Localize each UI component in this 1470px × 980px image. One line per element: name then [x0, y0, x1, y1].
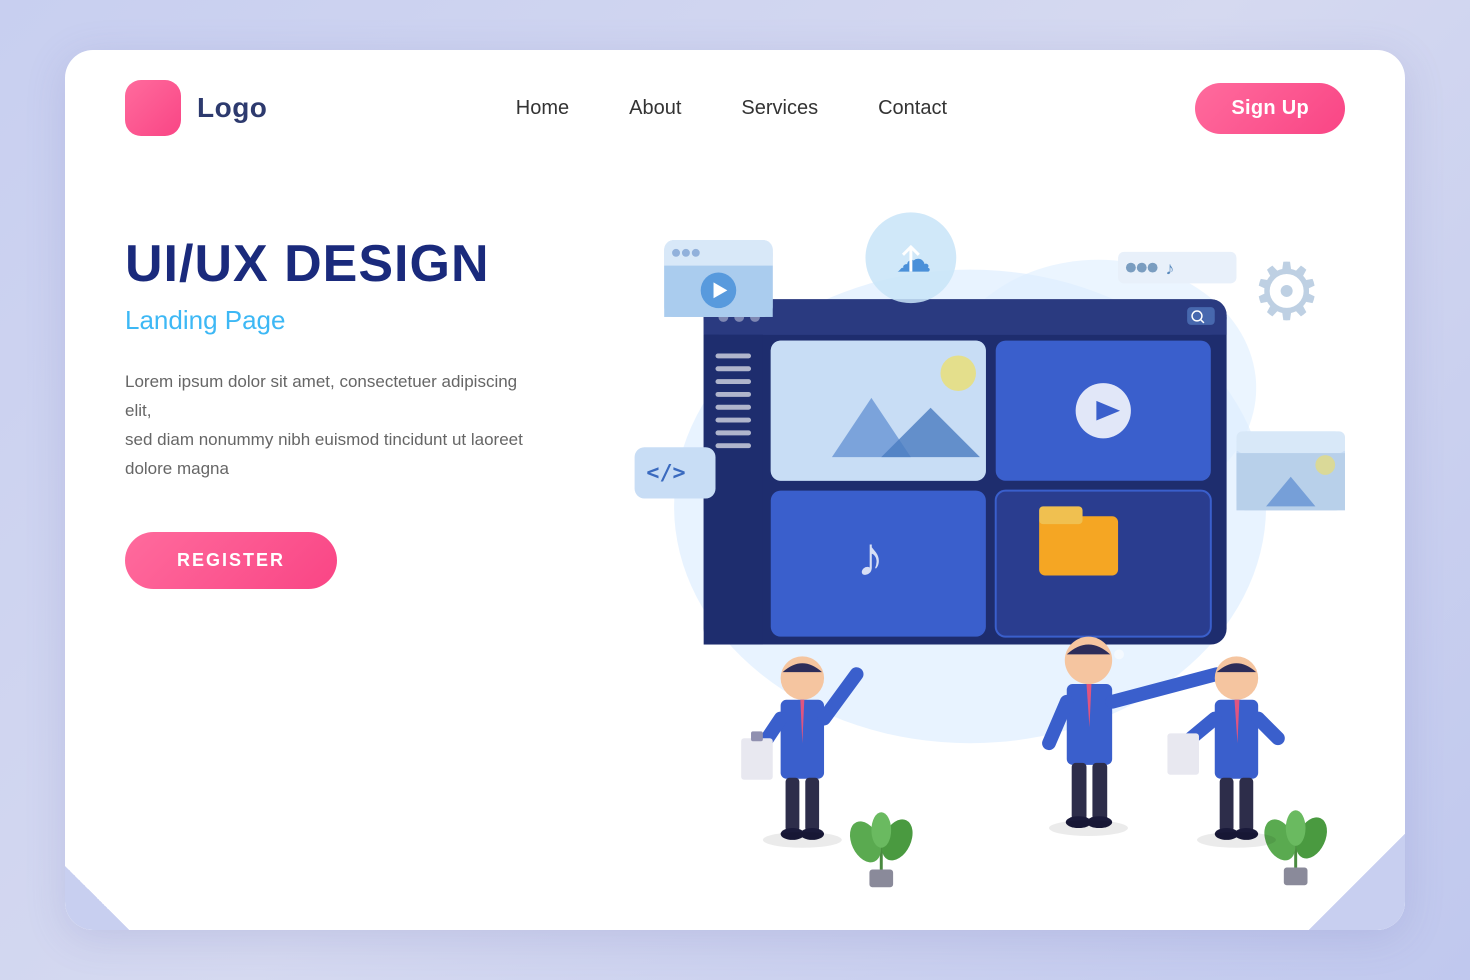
svg-text:♪: ♪	[1165, 259, 1174, 279]
nav-about[interactable]: About	[629, 97, 681, 120]
hero-subtitle: Landing Page	[125, 305, 605, 336]
svg-text:☁: ☁	[896, 240, 932, 280]
hero-description: Lorem ipsum dolor sit amet, consectetuer…	[125, 368, 545, 484]
signup-button[interactable]: Sign Up	[1195, 83, 1345, 134]
navbar: Logo Home About Services Contact Sign Up	[65, 50, 1405, 136]
hero-left: UI/UX DESIGN Landing Page Lorem ipsum do…	[125, 176, 605, 896]
logo-area: Logo	[125, 80, 267, 136]
nav-services[interactable]: Services	[741, 97, 818, 120]
svg-text:</>: </>	[646, 461, 685, 486]
illustration-svg: ♪	[605, 176, 1345, 896]
register-button[interactable]: REGISTER	[125, 532, 337, 589]
svg-text:{ }: { }	[1276, 460, 1322, 490]
logo-icon	[125, 80, 181, 136]
hero-right: ♪	[605, 176, 1345, 896]
logo-text: Logo	[197, 92, 267, 124]
nav-links: Home About Services Contact	[516, 97, 947, 120]
hero-section: UI/UX DESIGN Landing Page Lorem ipsum do…	[65, 136, 1405, 896]
nav-contact[interactable]: Contact	[878, 97, 947, 120]
nav-home[interactable]: Home	[516, 97, 569, 120]
svg-text:⚙: ⚙	[1251, 248, 1322, 336]
corner-accent-br	[1285, 810, 1405, 930]
hero-title: UI/UX DESIGN	[125, 236, 605, 293]
main-card: Logo Home About Services Contact Sign Up…	[65, 50, 1405, 930]
svg-text:♪: ♪	[857, 525, 885, 587]
